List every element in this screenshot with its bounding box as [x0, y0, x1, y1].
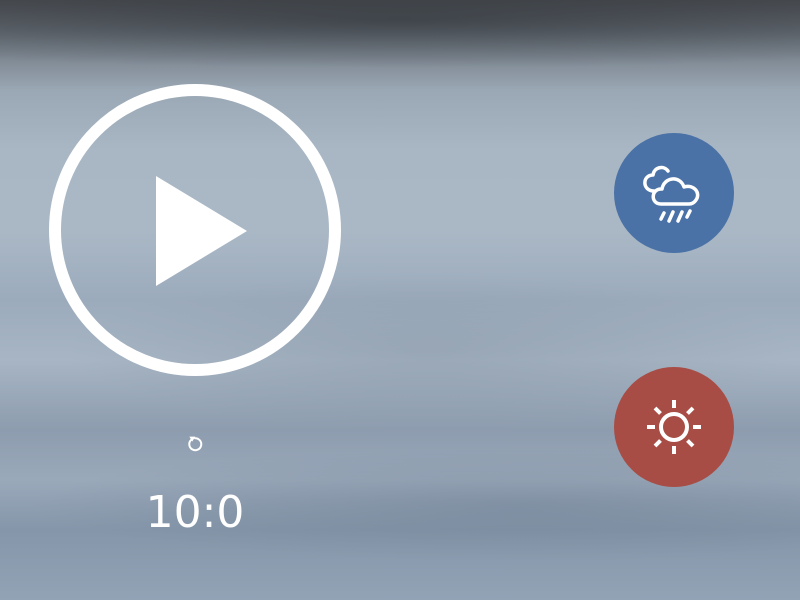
rain-button-background	[614, 133, 734, 253]
sun-button-background	[614, 367, 734, 487]
restart-icon	[188, 436, 203, 452]
play-icon	[156, 176, 247, 286]
rain-mode-button[interactable]	[614, 133, 734, 253]
sun-mode-button[interactable]	[614, 367, 734, 487]
play-button[interactable]	[49, 84, 341, 376]
reset-button[interactable]	[183, 432, 207, 456]
timer-display: 10:0	[145, 487, 245, 538]
